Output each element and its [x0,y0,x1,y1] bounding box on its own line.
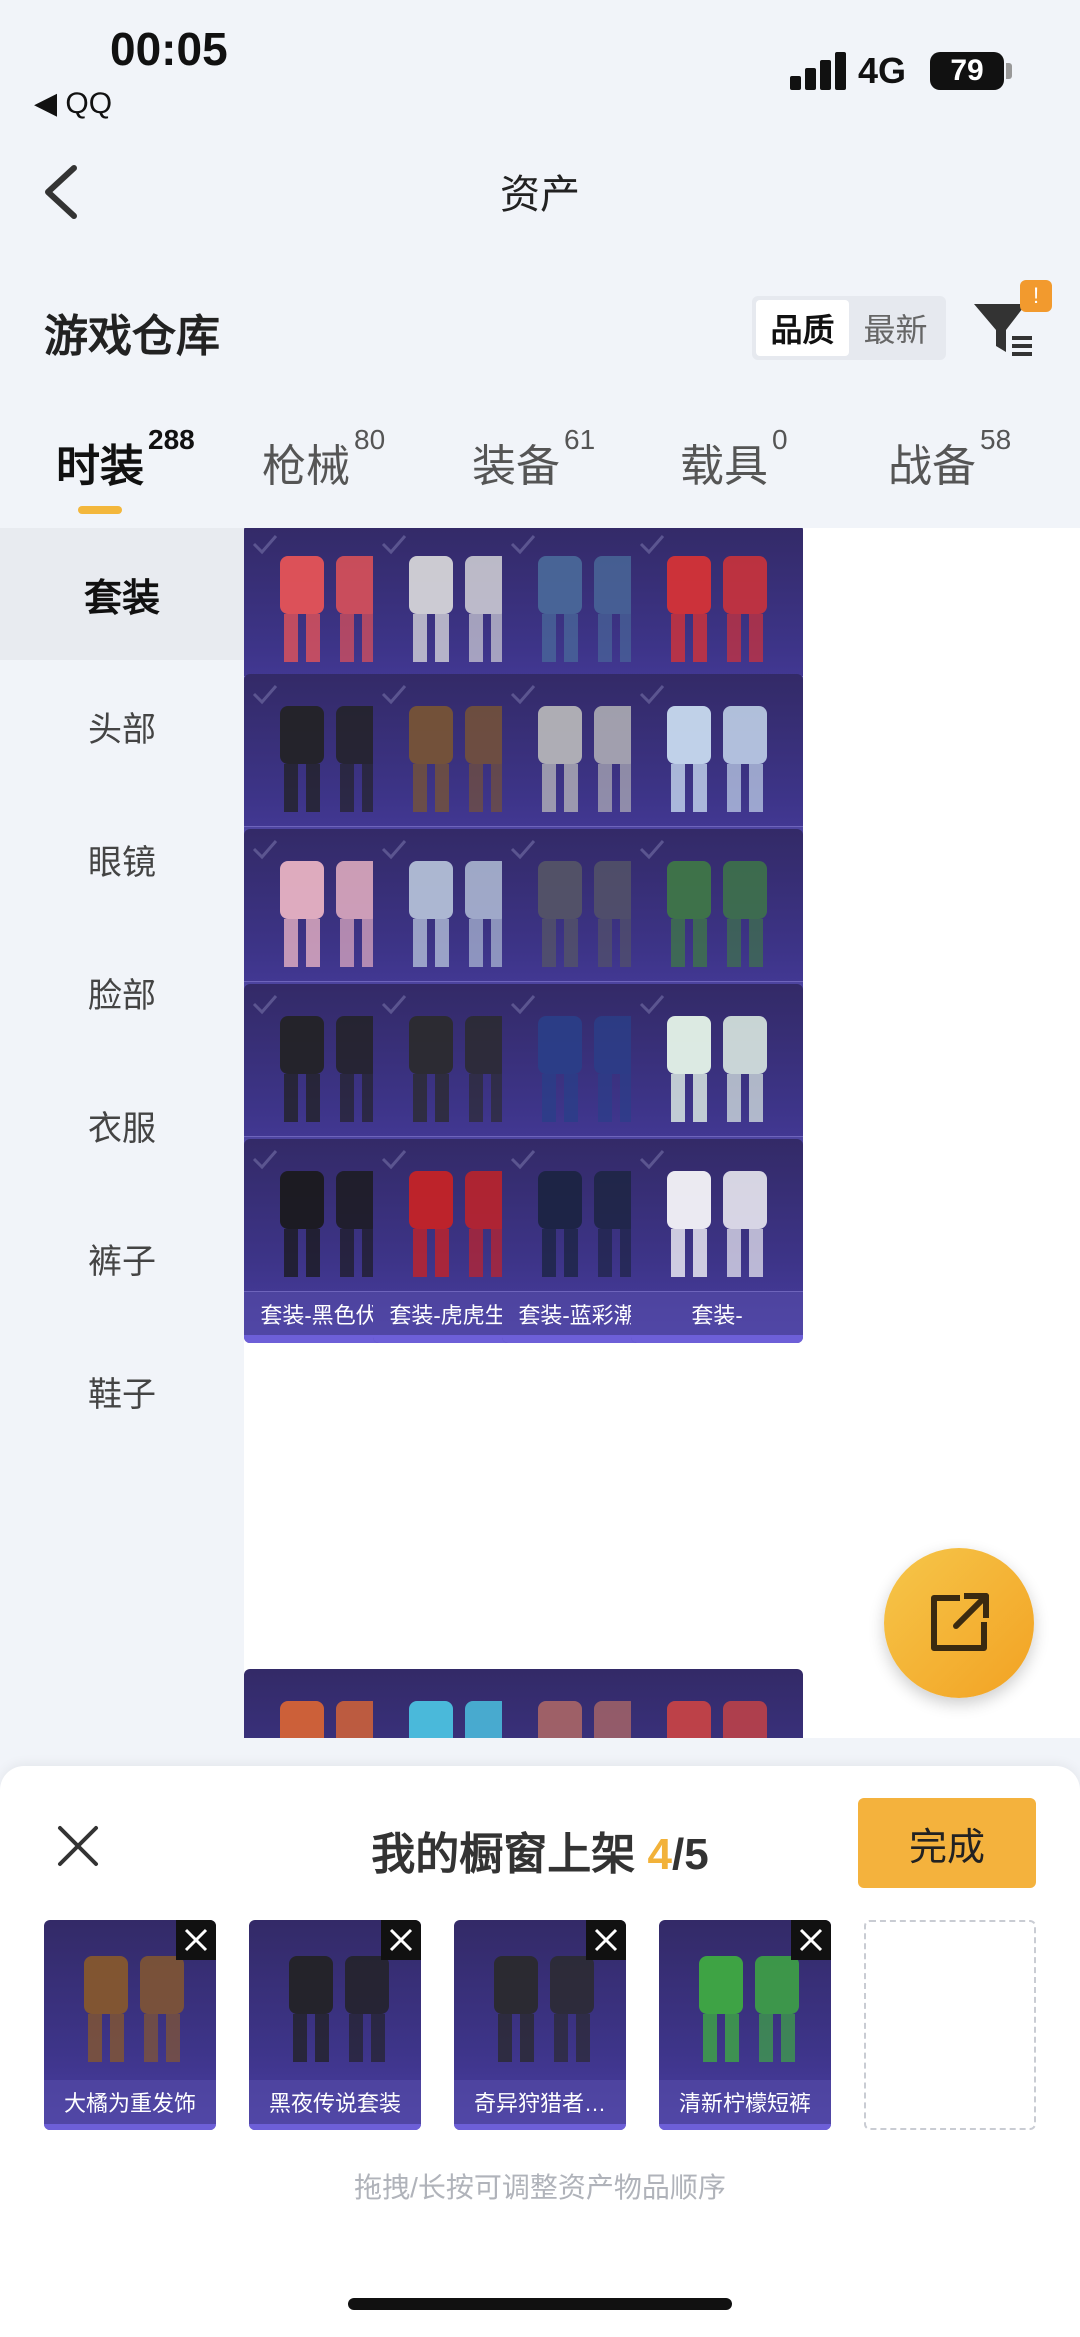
showcase-slot[interactable]: 清新柠檬短裤 [659,1920,831,2130]
remove-icon [389,1928,413,1952]
sort-latest-button[interactable]: 最新 [849,300,942,356]
showcase-slot[interactable]: 大橘为重发饰 [44,1920,216,2130]
category-sidebar: 套装 头部 眼镜 脸部 衣服 裤子 鞋子 [0,528,244,1738]
slot-rarity-bar [249,2124,421,2130]
reorder-hint: 拖拽/长按可调整资产物品顺序 [354,2172,726,2203]
remove-slot-button[interactable] [381,1920,421,1960]
status-bar: 00:05 ◀ QQ 4G 79 [0,0,1080,130]
item-image [653,692,781,822]
tab-count: 0 [772,424,788,455]
tab-label: 枪械 [262,442,350,491]
sort-toggle: 品质 最新 [752,296,946,360]
network-type: 4G [858,50,907,91]
tab-count: 288 [148,424,195,455]
slot-rarity-bar [659,2124,831,2130]
remove-slot-button[interactable] [176,1920,216,1960]
category-item-outfit[interactable]: 套装 [0,528,244,660]
status-time: 00:05 [110,23,228,75]
tab-count: 80 [354,424,386,455]
tab-supplies[interactable]: 战备58 [888,424,1011,494]
slot-item-image [685,1942,805,2062]
item-image [653,542,781,672]
category-item-pants[interactable]: 裤子 [0,1192,244,1324]
tab-label: 时装 [56,442,144,491]
done-button[interactable]: 完成 [858,1798,1036,1888]
showcase-slot[interactable]: 黑夜传说套装 [249,1920,421,2130]
battery-icon: 79 [930,52,1004,90]
tab-weapons[interactable]: 枪械80 [262,424,385,494]
tab-vehicles[interactable]: 载具0 [680,424,788,494]
slot-item-label: 大橘为重发饰 [44,2080,216,2124]
item-rarity-bar [631,1335,803,1343]
tab-label: 战备 [888,442,976,491]
active-tab-indicator [78,506,122,514]
showcase-total-count: /5 [672,1830,709,1879]
home-indicator [348,2298,732,2310]
back-to-app-link[interactable]: ◀ QQ [34,86,112,121]
item-image [653,1687,781,1738]
tab-label: 载具 [680,442,768,491]
slot-item-label: 清新柠檬短裤 [659,2080,831,2124]
tab-fashion[interactable]: 时装288 [56,424,195,494]
category-item-head[interactable]: 头部 [0,660,244,792]
asset-tabs: 时装288 枪械80 装备61 载具0 战备58 [0,424,1080,530]
share-button[interactable] [884,1548,1034,1698]
sort-quality-button[interactable]: 品质 [756,300,849,356]
item-label: 套装- [631,1291,803,1335]
tab-count: 58 [980,424,1012,455]
slot-item-image [275,1942,395,2062]
battery-cap [1006,63,1012,79]
slot-rarity-bar [44,2124,216,2130]
tab-equipment[interactable]: 装备61 [472,424,595,494]
showcase-slot[interactable]: 奇异狩猎者… [454,1920,626,2130]
nav-bar: 资产 [0,140,1080,240]
remove-slot-button[interactable] [791,1920,831,1960]
tab-label: 装备 [472,442,560,491]
empty-showcase-slot[interactable] [864,1920,1036,2130]
category-item-glasses[interactable]: 眼镜 [0,793,244,925]
remove-icon [184,1928,208,1952]
share-icon [931,1593,989,1651]
item-card[interactable]: 套装- [631,1139,803,1343]
item-card[interactable] [631,1669,803,1738]
item-image [653,1157,781,1287]
tab-count: 61 [564,424,596,455]
showcase-title-text: 我的橱窗上架 [371,1830,648,1879]
category-item-face[interactable]: 脸部 [0,926,244,1058]
warehouse-title: 游戏仓库 [44,312,220,361]
filter-badge: ! [1020,280,1052,312]
slot-rarity-bar [454,2124,626,2130]
slot-item-image [480,1942,600,2062]
category-item-clothes[interactable]: 衣服 [0,1059,244,1191]
slot-item-label: 黑夜传说套装 [249,2080,421,2124]
item-image [653,847,781,977]
category-item-shoes[interactable]: 鞋子 [0,1325,244,1457]
remove-icon [594,1928,618,1952]
showcase-current-count: 4 [647,1830,672,1879]
remove-slot-button[interactable] [586,1920,626,1960]
item-image [653,1002,781,1132]
remove-icon [799,1928,823,1952]
slot-item-label: 奇异狩猎者… [454,2080,626,2124]
signal-icon [790,52,846,90]
slot-item-image [70,1942,190,2062]
page-title: 资产 [500,173,580,217]
